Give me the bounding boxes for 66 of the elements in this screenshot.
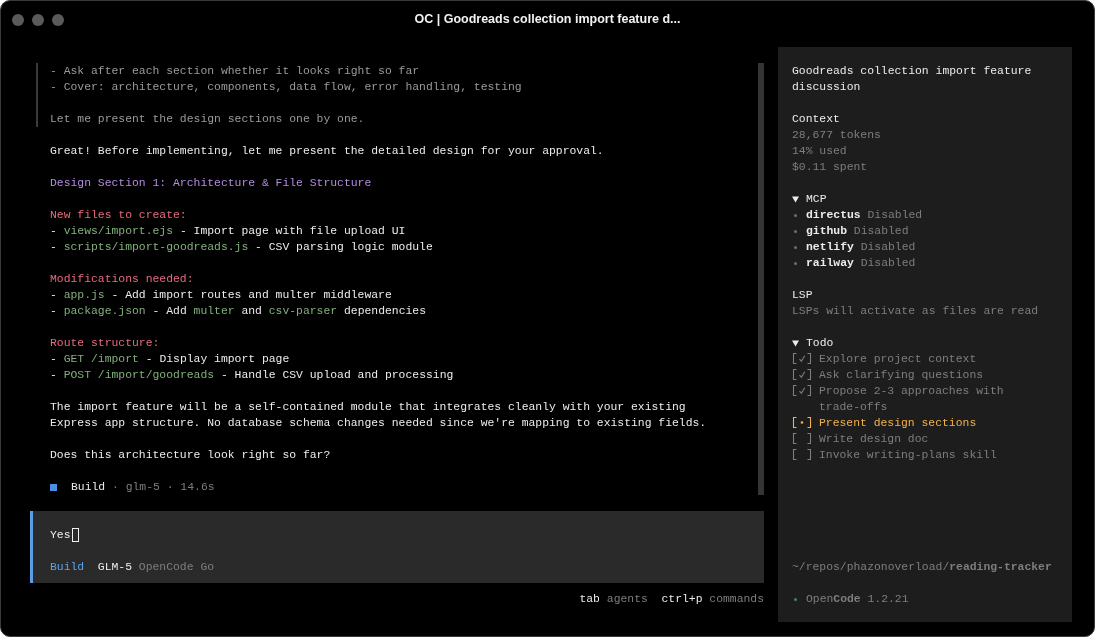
scrollbar[interactable] — [758, 63, 764, 495]
list-item: - package.json - Add multer and csv-parser dependencies — [50, 304, 427, 319]
server-status: Disabled — [867, 208, 923, 223]
list-item: - POST /import/goodreads - Handle CSV upload and processing — [50, 368, 455, 383]
shortcut-label: agents — [606, 592, 648, 607]
todo-text: Ask clarifying questions — [819, 368, 984, 383]
reasoning-line: - Ask after each section whether it looks right so far — [50, 64, 421, 79]
server-name: github — [806, 224, 847, 239]
agent-label: Build — [50, 560, 85, 575]
window-control-icon[interactable] — [52, 13, 64, 26]
server-name: netlify — [806, 240, 854, 255]
todo-text: Invoke writing-plans skill — [819, 448, 997, 463]
section-heading: LSP — [792, 288, 814, 303]
window-control-icon[interactable] — [32, 13, 44, 26]
section-heading: Context — [792, 112, 841, 127]
status-dot-icon — [794, 245, 797, 249]
model-name: GLM-5 — [97, 560, 133, 575]
section-heading[interactable]: Todo — [806, 335, 834, 351]
window-title: OC | Goodreads collection import feature d... — [414, 11, 681, 29]
project-path: ~/repos/phazonoverload/reading-tracker — [792, 560, 1053, 575]
list-label: New files to create: — [50, 208, 188, 223]
todo-text: Present design sections — [819, 416, 977, 431]
section-heading: Design Section 1: Architecture & File Structure — [50, 176, 373, 191]
window-control-icon[interactable] — [12, 13, 24, 26]
shortcut-key: ctrl+p — [661, 591, 703, 607]
prompt-input[interactable]: Yes — [50, 527, 748, 543]
text-cursor-icon — [71, 528, 79, 542]
server-status: Disabled — [860, 240, 916, 255]
server-status: Disabled — [853, 224, 909, 239]
list-item: - GET /import - Display import page — [50, 352, 291, 367]
shortcut-label: commands — [709, 592, 764, 607]
list-item: - scripts/import-goodreads.js - CSV parsing logic module — [50, 240, 434, 255]
caret-icon[interactable] — [792, 339, 799, 347]
list-label: Modifications needed: — [50, 272, 195, 287]
reasoning-line: Let me present the design sections one by one. — [50, 112, 366, 127]
context-stat: 14% used — [792, 144, 848, 159]
list-item: - app.js - Add import routes and multer middleware — [50, 288, 393, 303]
todo-text: Write design doc — [819, 432, 929, 447]
agent-square-icon — [50, 483, 57, 491]
list-label: Route structure: — [50, 336, 161, 351]
run-details: · glm-5 · 14.6s — [112, 480, 215, 495]
context-stat: 28,677 tokens — [792, 128, 882, 143]
agent-name: Build — [71, 480, 106, 495]
server-name: railway — [806, 256, 854, 271]
message-text: Does this architecture look right so far? — [50, 448, 332, 463]
lsp-note: LSPs will activate as files are read — [792, 304, 1040, 319]
status-dot-icon — [794, 213, 797, 217]
status-dot-icon — [794, 261, 797, 265]
app-name: OpenCode — [806, 592, 861, 607]
list-item: - views/import.ejs - Import page with file upload UI — [50, 224, 407, 239]
app-version: 1.2.21 — [867, 592, 909, 607]
message-text: Great! Before implementing, let me present the detailed design for your approval. — [50, 144, 605, 159]
todo-text: Explore project context — [819, 352, 977, 367]
session-title: Goodreads collection import feature discussion — [792, 64, 1033, 95]
server-status: Disabled — [860, 256, 916, 271]
status-dot-icon — [794, 229, 797, 233]
context-stat: $0.11 spent — [792, 160, 869, 175]
caret-icon[interactable] — [792, 195, 799, 203]
status-dot-icon — [794, 597, 797, 601]
provider-name: OpenCode Go — [138, 560, 215, 575]
server-name: directus — [806, 208, 861, 223]
message-text: The import feature will be a self-contained module that integrates cleanly with your existing Express app structure. No database schema changes needed since we're mapping to existing fields. — [50, 400, 708, 431]
section-heading[interactable]: MCP — [806, 191, 827, 207]
reasoning-line: - Cover: architecture, components, data flow, error handling, testing — [50, 80, 523, 95]
shortcut-key: tab — [579, 591, 600, 607]
todo-text: Propose 2-3 approaches with trade-offs — [819, 384, 1005, 415]
